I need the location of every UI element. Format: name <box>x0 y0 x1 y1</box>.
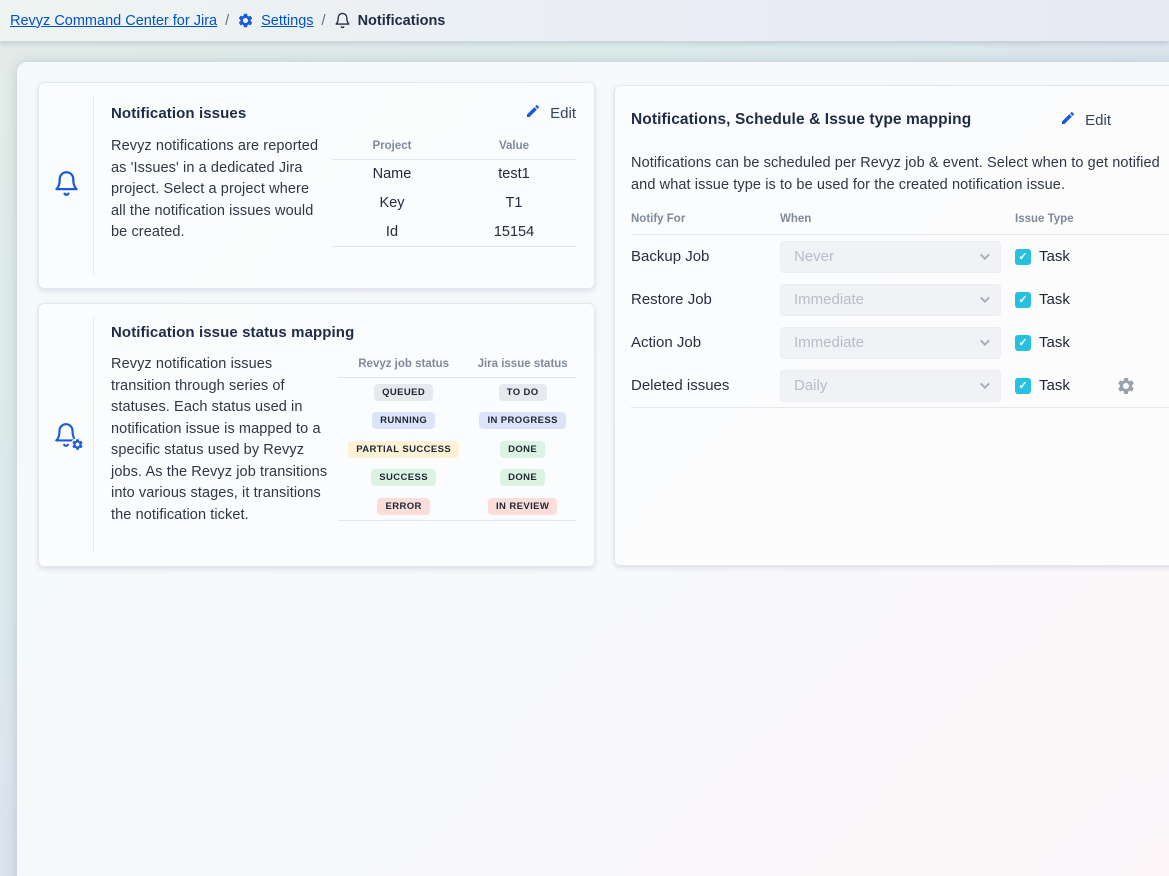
status-badge: SUCCESS <box>371 469 436 486</box>
status-badge: DONE <box>500 441 545 458</box>
status-badge: DONE <box>500 469 545 486</box>
status-mapping-table: Revyz job status Jira issue status QUEUE… <box>338 354 576 521</box>
edit-button[interactable]: Edit <box>1060 110 1111 130</box>
notifications-settings-page: { "breadcrumb": { "separator": "/", "roo… <box>0 0 1169 876</box>
project-field-value: test1 <box>452 160 576 189</box>
project-field-value: 15154 <box>452 218 576 247</box>
issue-type-checkbox[interactable] <box>1015 249 1031 265</box>
column-header: Issue Type <box>1015 213 1169 225</box>
card-icon-column <box>39 83 93 288</box>
breadcrumb-current-page: Notifications <box>358 13 446 29</box>
breadcrumb-link-app[interactable]: Revyz Command Center for Jira <box>10 13 217 29</box>
issue-type-label: Task <box>1039 377 1070 394</box>
project-field-value: T1 <box>452 189 576 218</box>
status-badge: PARTIAL SUCCESS <box>348 441 459 458</box>
project-field-label: Key <box>332 189 452 218</box>
issue-type-label: Task <box>1039 334 1070 351</box>
column-header: Jira issue status <box>469 354 576 378</box>
when-dropdown-value: Never <box>794 248 834 265</box>
settings-panel: Notification issues Edit Revyz notificat… <box>17 62 1169 876</box>
issue-type-checkbox[interactable] <box>1015 335 1031 351</box>
card-description: Revyz notification issues transition thr… <box>111 354 330 526</box>
card-description: Notifications can be scheduled per Revyz… <box>631 153 1169 196</box>
table-row: Key T1 <box>332 189 576 218</box>
notify-for-label: Action Job <box>631 334 780 351</box>
when-dropdown-value: Immediate <box>794 334 864 351</box>
table-row: Action Job Immediate Task <box>631 321 1169 364</box>
column-header: Value <box>452 136 576 160</box>
when-dropdown[interactable]: Immediate <box>780 327 1001 359</box>
notify-for-label: Restore Job <box>631 291 780 308</box>
schedule-mapping-card: Notifications, Schedule & Issue type map… <box>614 85 1169 566</box>
table-row: ERROR IN REVIEW <box>338 492 576 521</box>
schedule-table: Notify For When Issue Type Backup Job Ne… <box>631 213 1169 408</box>
status-badge: RUNNING <box>372 412 435 429</box>
project-table: Project Value Name test1 Key T1 <box>332 136 576 247</box>
issue-type-checkbox[interactable] <box>1015 292 1031 308</box>
card-title: Notification issue status mapping <box>111 324 354 341</box>
chevron-down-icon <box>980 336 990 346</box>
when-dropdown-value: Daily <box>794 377 827 394</box>
notify-for-label: Deleted issues <box>631 377 780 394</box>
row-settings-gear-icon[interactable] <box>1116 376 1136 396</box>
when-dropdown[interactable]: Never <box>780 241 1001 273</box>
breadcrumb-link-settings[interactable]: Settings <box>261 13 313 29</box>
pencil-icon <box>525 103 541 123</box>
status-badge: IN PROGRESS <box>479 412 565 429</box>
chevron-down-icon <box>980 250 990 260</box>
chevron-down-icon <box>980 293 990 303</box>
table-row: Deleted issues Daily Task <box>631 364 1169 407</box>
breadcrumb: Revyz Command Center for Jira / Settings… <box>0 0 1169 41</box>
when-dropdown[interactable]: Daily <box>780 370 1001 402</box>
status-badge: IN REVIEW <box>488 498 557 515</box>
issue-type-label: Task <box>1039 291 1070 308</box>
column-header: When <box>780 213 1015 225</box>
status-mapping-card: Notification issue status mapping Revyz … <box>38 303 595 567</box>
column-header: Project <box>332 136 452 160</box>
card-title: Notifications, Schedule & Issue type map… <box>631 111 971 129</box>
status-badge: QUEUED <box>374 384 433 401</box>
table-row: SUCCESS DONE <box>338 463 576 492</box>
issue-type-checkbox[interactable] <box>1015 378 1031 394</box>
project-field-label: Id <box>332 218 452 247</box>
status-badge: ERROR <box>377 498 429 515</box>
project-field-label: Name <box>332 160 452 189</box>
table-row: Id 15154 <box>332 218 576 247</box>
when-dropdown-value: Immediate <box>794 291 864 308</box>
column-header: Notify For <box>631 213 780 225</box>
breadcrumb-separator: / <box>322 13 326 29</box>
chevron-down-icon <box>980 379 990 389</box>
table-row: Name test1 <box>332 160 576 189</box>
card-description: Revyz notifications are reported as 'Iss… <box>111 136 324 247</box>
edit-button-label: Edit <box>1085 112 1111 129</box>
column-header: Revyz job status <box>338 354 469 378</box>
table-row: PARTIAL SUCCESS DONE <box>338 435 576 464</box>
bell-gear-icon <box>53 422 79 448</box>
table-row: Restore Job Immediate Task <box>631 278 1169 321</box>
table-row: QUEUED TO DO <box>338 378 576 407</box>
card-icon-column <box>39 304 93 566</box>
gear-icon <box>237 12 254 29</box>
edit-button-label: Edit <box>550 105 576 122</box>
pencil-icon <box>1060 110 1076 130</box>
notify-for-label: Backup Job <box>631 248 780 265</box>
notification-issues-card: Notification issues Edit Revyz notificat… <box>38 82 595 289</box>
when-dropdown[interactable]: Immediate <box>780 284 1001 316</box>
table-row: Backup Job Never Task <box>631 235 1169 278</box>
card-title: Notification issues <box>111 105 246 122</box>
edit-button[interactable]: Edit <box>525 103 576 123</box>
issue-type-label: Task <box>1039 248 1070 265</box>
breadcrumb-separator: / <box>225 13 229 29</box>
bell-icon <box>53 170 80 202</box>
table-row: RUNNING IN PROGRESS <box>338 406 576 435</box>
bell-icon <box>334 12 351 29</box>
status-badge: TO DO <box>499 384 547 401</box>
